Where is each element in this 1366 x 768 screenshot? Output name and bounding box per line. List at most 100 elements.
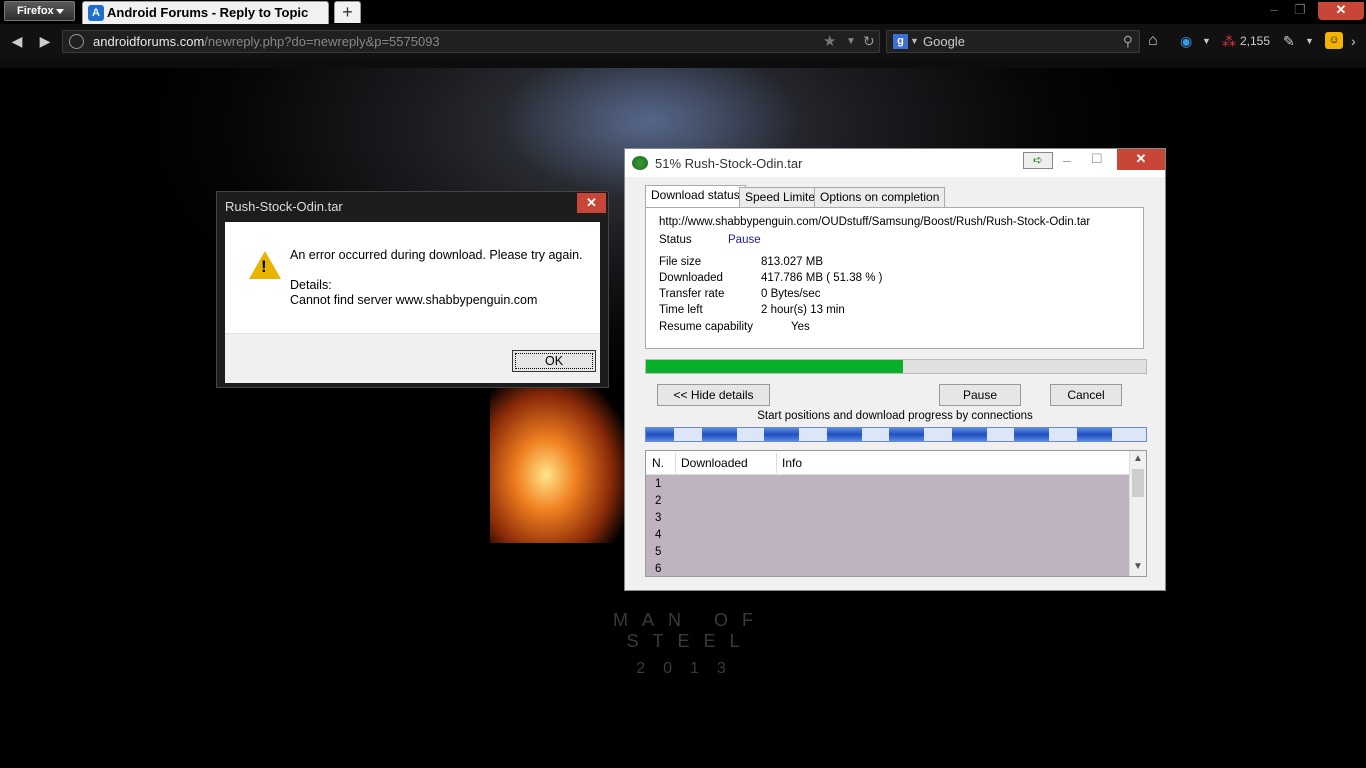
time-left-label: Time left (659, 304, 703, 316)
fire-artwork (490, 373, 630, 543)
error-dialog-close-button[interactable]: ✕ (577, 193, 606, 213)
download-window-title: 51% Rush-Stock-Odin.tar (655, 156, 803, 171)
warning-icon: ! (249, 251, 281, 279)
connection-segment (764, 428, 799, 441)
table-row[interactable]: 2 (655, 495, 661, 507)
minimize-icon[interactable]: – (1063, 152, 1079, 168)
download-window-close-button[interactable]: ✕ (1117, 149, 1165, 170)
bookmark-star-icon[interactable]: ★ (823, 31, 836, 52)
transfer-rate-value: 0 Bytes/sec (761, 288, 821, 300)
addon-globe-icon[interactable]: ◉ (1180, 30, 1192, 52)
pause-button[interactable]: Pause (939, 384, 1021, 406)
column-header-info[interactable]: Info (782, 456, 802, 470)
error-message: An error occurred during download. Pleas… (290, 248, 583, 262)
nav-bar: ◀ ▶ androidforums.com/newreply.php?do=ne… (0, 24, 1366, 59)
stats-counter[interactable]: 2,155 (1240, 30, 1270, 52)
addon-tool-icon[interactable]: ✎ (1283, 30, 1295, 52)
send-to-tray-button[interactable]: ➪ (1023, 152, 1053, 169)
monkey-addon-icon[interactable]: ☺ (1325, 32, 1343, 49)
bookmarks-bar (0, 59, 1366, 68)
connections-table-header: N. Downloaded Info (646, 451, 1129, 475)
download-window-titlebar: 51% Rush-Stock-Odin.tar ➪ – ☐ ✕ (625, 149, 1165, 177)
error-details-text: Cannot find server www.shabbypenguin.com (290, 293, 538, 307)
column-divider (776, 453, 777, 473)
table-row[interactable]: 3 (655, 512, 661, 524)
downloaded-label: Downloaded (659, 272, 723, 284)
table-row[interactable]: 5 (655, 546, 661, 558)
browser-tab[interactable]: A Android Forums - Reply to Topic (82, 1, 329, 24)
connection-segment (702, 428, 737, 441)
downloaded-value: 417.786 MB ( 51.38 % ) (761, 272, 883, 284)
tab-title: Android Forums - Reply to Topic (107, 5, 309, 20)
search-icon[interactable]: ⚲ (1123, 31, 1133, 52)
status-value: Pause (728, 234, 761, 246)
firefox-menu-button[interactable]: Firefox (4, 1, 75, 21)
column-divider (675, 453, 676, 473)
url-path: /newreply.php?do=newreply&p=5575093 (204, 34, 440, 49)
chevron-down-icon (56, 9, 64, 18)
cancel-button[interactable]: Cancel (1050, 384, 1122, 406)
resume-capability-label: Resume capability (659, 321, 753, 333)
hide-details-button[interactable]: << Hide details (657, 384, 770, 406)
tab-download-status[interactable]: Download status (645, 185, 746, 208)
connections-label: Start positions and download progress by… (757, 410, 1033, 422)
tab-options-on-completion[interactable]: Options on completion (814, 187, 946, 207)
file-size-row: File size 813.027 MB (659, 256, 823, 268)
table-row[interactable]: 1 (655, 478, 661, 490)
ok-button[interactable]: OK (512, 350, 596, 372)
file-size-value: 813.027 MB (761, 256, 824, 268)
tab-bar: Firefox A Android Forums - Reply to Topic… (0, 0, 1366, 24)
connection-segment (952, 428, 987, 441)
new-tab-button[interactable]: + (334, 1, 361, 23)
close-window-button[interactable]: ✕ (1318, 2, 1364, 20)
connection-segment (827, 428, 862, 441)
search-input[interactable]: g ▼ Google ⚲ (886, 30, 1140, 53)
download-status-panel: http://www.shabbypenguin.com/OUDstuff/Sa… (645, 207, 1144, 349)
column-header-number[interactable]: N. (652, 456, 664, 470)
forum-favicon-icon: A (88, 5, 104, 21)
scroll-thumb[interactable] (1132, 469, 1144, 497)
time-left-row: Time left 2 hour(s) 13 min (659, 304, 845, 316)
poster-title: MAN OF STEEL (613, 610, 767, 651)
download-url: http://www.shabbypenguin.com/OUDstuff/Sa… (659, 216, 1091, 228)
firefox-menu-label: Firefox (17, 5, 54, 17)
search-placeholder: Google (923, 34, 965, 49)
menu-overflow-icon[interactable]: › (1351, 30, 1356, 52)
download-progress-window: 51% Rush-Stock-Odin.tar ➪ – ☐ ✕ Download… (624, 148, 1166, 591)
connection-segment (889, 428, 924, 441)
back-button[interactable]: ◀ (6, 30, 28, 52)
globe-icon (69, 34, 84, 49)
maximize-window-icon[interactable]: ❐ (1292, 2, 1308, 20)
connection-segment (1014, 428, 1049, 441)
resume-capability-value: Yes (791, 321, 810, 333)
tab-speed-limiter[interactable]: Speed Limiter (739, 187, 826, 207)
table-scrollbar[interactable]: ▲ ▼ (1129, 451, 1146, 576)
error-dialog: Rush-Stock-Odin.tar ✕ ! An error occurre… (216, 191, 609, 388)
table-row[interactable]: 6 (655, 563, 661, 575)
home-icon[interactable]: ⌂ (1148, 30, 1158, 52)
addon-tool-dropdown-icon[interactable]: ▼ (1305, 30, 1314, 52)
download-progress-bar (645, 359, 1147, 374)
reload-icon[interactable]: ↻ (863, 31, 875, 52)
scroll-down-icon[interactable]: ▼ (1133, 561, 1143, 572)
url-bar[interactable]: androidforums.com/newreply.php?do=newrep… (62, 30, 880, 53)
column-header-downloaded[interactable]: Downloaded (681, 456, 748, 470)
google-icon: g (893, 34, 908, 49)
status-row: Status Pause (659, 234, 761, 246)
url-dropdown-icon[interactable]: ▼ (846, 31, 856, 52)
error-dialog-title: Rush-Stock-Odin.tar (225, 199, 343, 214)
table-row[interactable]: 4 (655, 529, 661, 541)
maximize-icon[interactable]: ☐ (1091, 151, 1107, 167)
error-dialog-body: ! An error occurred during download. Ple… (225, 222, 600, 333)
error-details-label: Details: (290, 278, 332, 292)
scroll-up-icon[interactable]: ▲ (1133, 453, 1143, 464)
minimize-window-icon[interactable]: – (1266, 2, 1282, 20)
addon-dropdown-icon[interactable]: ▼ (1202, 30, 1211, 52)
forward-button[interactable]: ▶ (34, 30, 56, 52)
download-progress-fill (646, 360, 903, 373)
transfer-rate-row: Transfer rate 0 Bytes/sec (659, 288, 820, 300)
stats-addon-icon[interactable]: ⁂ (1222, 30, 1236, 52)
time-left-value: 2 hour(s) 13 min (761, 304, 845, 316)
search-engine-dropdown-icon[interactable]: ▼ (910, 31, 919, 52)
error-details: Details: Cannot find server www.shabbype… (290, 278, 537, 308)
